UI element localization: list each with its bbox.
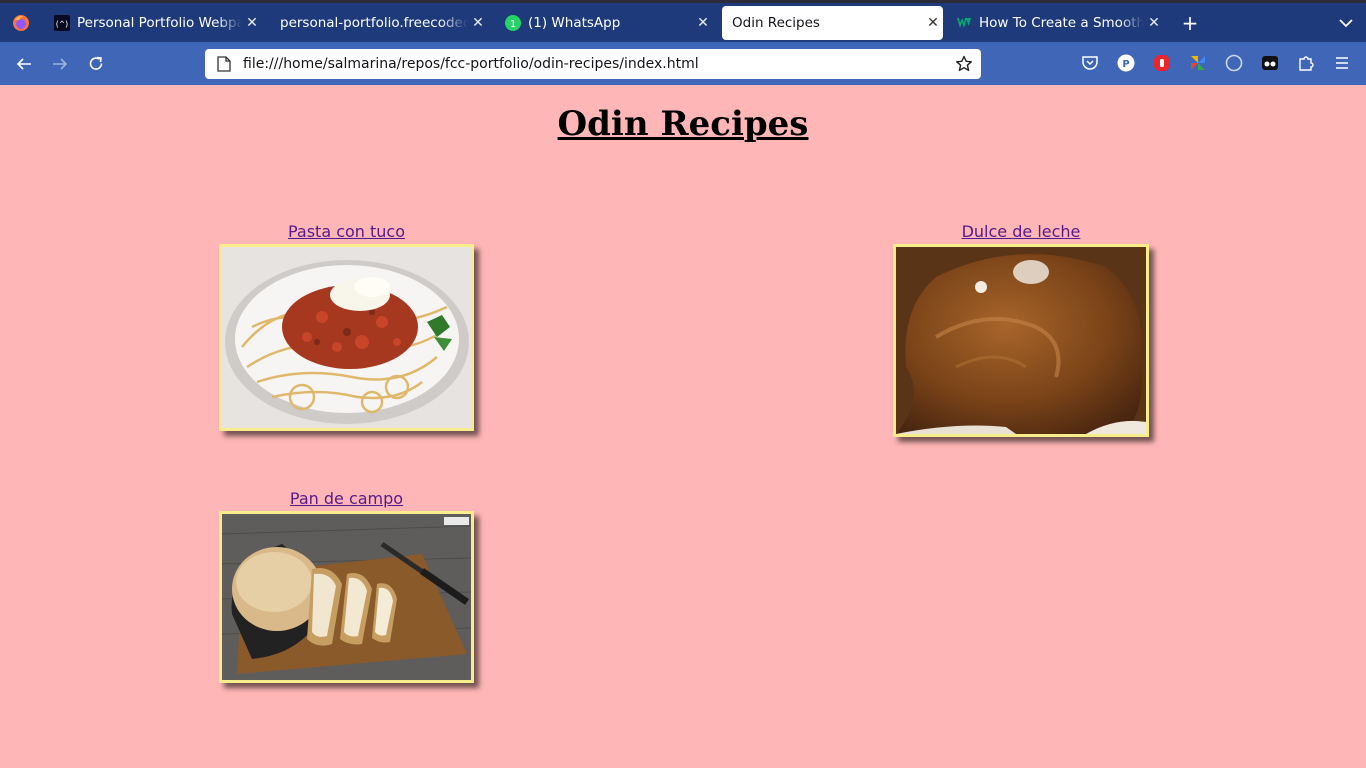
tab-whatsapp[interactable]: 1 (1) WhatsApp ✕: [495, 6, 713, 40]
pasta-image[interactable]: [219, 244, 474, 431]
arrow-left-icon: [16, 58, 31, 70]
tab-title: (1) WhatsApp: [528, 15, 621, 31]
recipe-link-dulce-de-leche[interactable]: Dulce de leche: [893, 222, 1149, 241]
address-bar[interactable]: file:///home/salmarina/repos/fcc-portfol…: [205, 49, 981, 79]
tab-title: Personal Portfolio Webpage: [77, 15, 242, 31]
recipe-card-dulce-de-leche: Dulce de leche: [893, 222, 1149, 437]
new-tab-button[interactable]: +: [1178, 9, 1202, 37]
tab-odin-recipes[interactable]: Odin Recipes ✕: [722, 6, 943, 40]
firefox-menu-button[interactable]: [0, 3, 42, 42]
hamburger-menu-icon[interactable]: [1333, 54, 1351, 72]
list-all-tabs-button[interactable]: [1334, 11, 1358, 35]
tab-smooth-scroll[interactable]: How To Create a Smooth Scroll ✕: [946, 6, 1164, 40]
tab-strip: (^) Personal Portfolio Webpage ✕ persona…: [0, 0, 1366, 42]
chevron-down-icon: [1339, 19, 1353, 28]
hand-extension-icon[interactable]: [1153, 54, 1171, 72]
close-tab-icon[interactable]: ✕: [923, 15, 943, 31]
recipe-link-pasta[interactable]: Pasta con tuco: [219, 222, 474, 241]
close-tab-icon[interactable]: ✕: [468, 15, 488, 31]
firefox-icon: [13, 14, 29, 31]
tab-personal-portfolio[interactable]: (^) Personal Portfolio Webpage ✕: [44, 6, 262, 40]
pinwheel-extension-icon[interactable]: [1189, 54, 1207, 72]
arrow-right-icon: [53, 58, 68, 70]
circle-extension-icon[interactable]: [1225, 54, 1243, 72]
extensions-puzzle-icon[interactable]: [1297, 54, 1315, 72]
forward-button[interactable]: [47, 51, 73, 77]
recipe-card-pasta: Pasta con tuco: [219, 222, 474, 431]
navigation-toolbar: file:///home/salmarina/repos/fcc-portfol…: [0, 42, 1366, 85]
svg-text:1: 1: [510, 19, 516, 30]
tab-freecodecamp-portfolio[interactable]: personal-portfolio.freecodecamp ✕: [270, 6, 488, 40]
reload-icon: [89, 56, 103, 70]
extension-p-icon[interactable]: P: [1117, 54, 1135, 72]
tab-title: Odin Recipes: [732, 15, 820, 31]
tab-title: personal-portfolio.freecodecamp: [280, 15, 468, 31]
mask-extension-icon[interactable]: [1261, 54, 1279, 72]
close-tab-icon[interactable]: ✕: [693, 15, 713, 31]
close-tab-icon[interactable]: ✕: [242, 15, 262, 31]
close-tab-icon[interactable]: ✕: [1144, 15, 1164, 31]
url-text: file:///home/salmarina/repos/fcc-portfol…: [243, 56, 699, 72]
svg-text:P: P: [1122, 59, 1129, 70]
reload-button[interactable]: [83, 51, 109, 77]
w3schools-icon: [956, 15, 972, 31]
recipe-link-pan-de-campo[interactable]: Pan de campo: [219, 489, 474, 508]
pocket-icon[interactable]: [1081, 54, 1099, 72]
bookmark-star-icon[interactable]: [955, 55, 973, 73]
bread-image[interactable]: [219, 511, 474, 683]
freecodecamp-icon: (^): [54, 15, 70, 31]
tab-title: How To Create a Smooth Scroll: [979, 15, 1144, 31]
page-icon: [217, 56, 231, 72]
svg-text:(^): (^): [55, 20, 69, 29]
dulce-de-leche-image[interactable]: [893, 244, 1149, 437]
back-button[interactable]: [11, 51, 37, 77]
whatsapp-icon: 1: [505, 15, 521, 31]
recipe-card-pan-de-campo: Pan de campo: [219, 489, 474, 683]
page-title: Odin Recipes: [557, 104, 809, 144]
